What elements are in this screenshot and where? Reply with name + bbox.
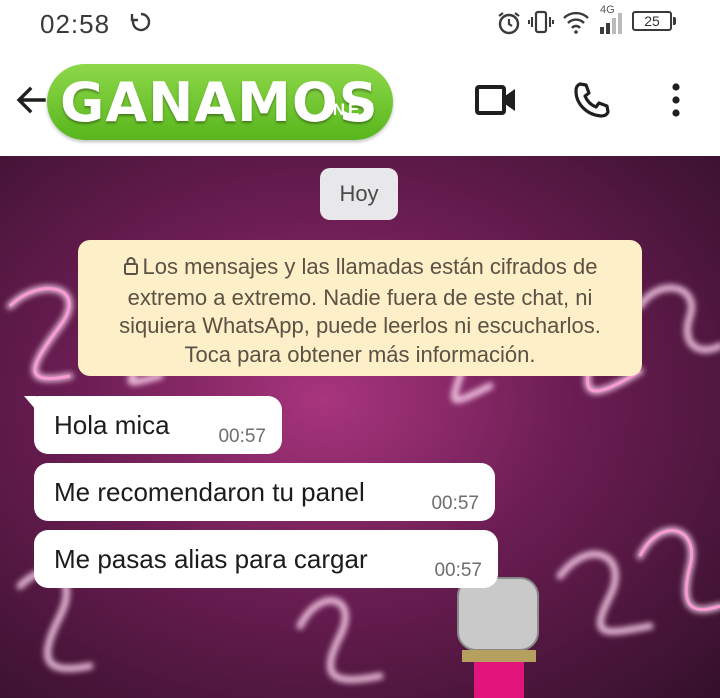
message-time: 00:57: [431, 493, 479, 514]
status-time: 02:58: [40, 9, 111, 39]
lock-icon: [123, 255, 139, 284]
signal-icon: [598, 11, 624, 40]
message-text: Me pasas alias para cargar: [54, 544, 368, 574]
chat-header: GANAMOS .NET: [0, 48, 720, 156]
more-options-icon[interactable]: [666, 82, 686, 123]
battery-indicator: 25: [632, 11, 676, 31]
logo-suffix: .NET: [325, 100, 376, 119]
message-bubble[interactable]: Me pasas alias para cargar 00:57: [34, 530, 498, 588]
sync-icon: [130, 11, 152, 38]
status-bar: 02:58 4G 25: [0, 0, 720, 48]
message-bubble[interactable]: Me recomendaron tu panel 00:57: [34, 463, 495, 521]
message-text: Hola mica: [54, 410, 170, 440]
notice-line-3: siquiera WhatsApp, puede leerlos ni escu…: [119, 313, 601, 338]
microphone-decor: [457, 577, 539, 698]
encryption-notice[interactable]: Los mensajes y las llamadas están cifrad…: [78, 240, 642, 376]
notice-line-4: Toca para obtener más información.: [184, 341, 536, 367]
back-arrow-icon[interactable]: [14, 83, 48, 122]
message-time: 00:57: [218, 426, 266, 447]
message-time: 00:57: [434, 560, 482, 581]
notice-line-1: Los mensajes y las llamadas están cifrad…: [142, 254, 598, 279]
video-call-icon[interactable]: [474, 82, 518, 123]
message-text: Me recomendaron tu panel: [54, 477, 365, 507]
alarm-icon: [496, 10, 522, 41]
date-chip: Hoy: [320, 168, 398, 220]
vibrate-icon: [528, 9, 554, 40]
wifi-icon: [562, 10, 590, 39]
contact-avatar-logo[interactable]: GANAMOS .NET: [47, 64, 393, 140]
notice-line-2: extremo a extremo. Nadie fuera de este c…: [127, 284, 593, 310]
message-bubble[interactable]: Hola mica 00:57: [24, 396, 282, 454]
bubble-tail: [24, 396, 36, 410]
voice-call-icon[interactable]: [571, 80, 611, 125]
chat-area[interactable]: Hoy Los mensajes y las llamadas están ci…: [0, 156, 720, 698]
